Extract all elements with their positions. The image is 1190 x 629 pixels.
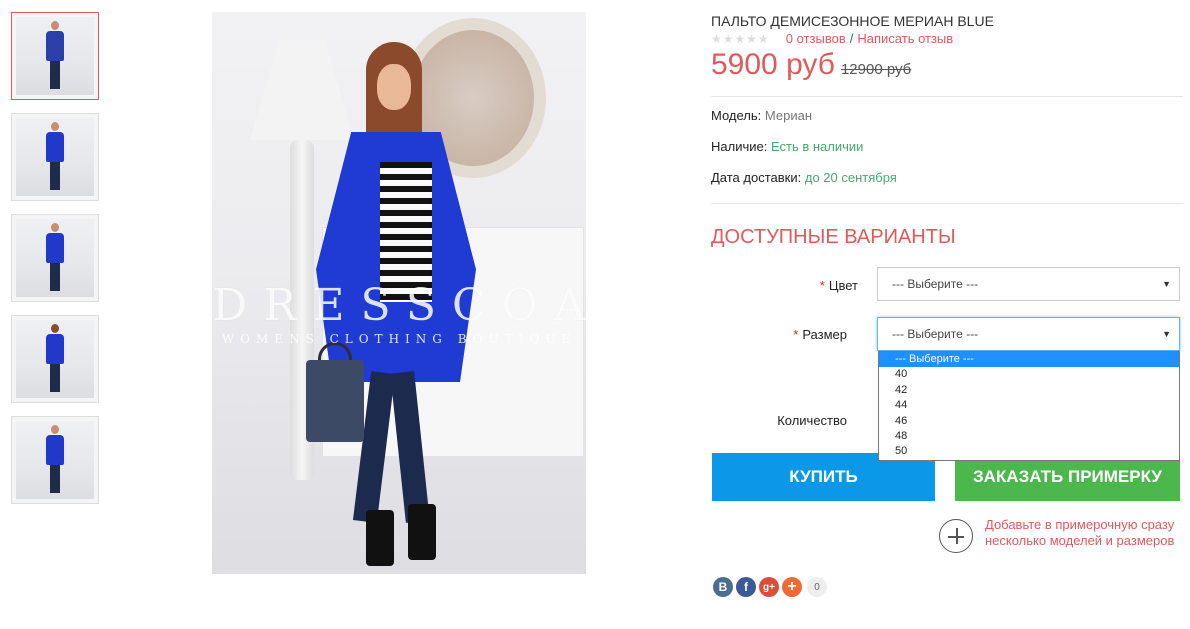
size-option[interactable]: 40 [879, 367, 1179, 382]
chevron-down-icon: ▼ [1162, 279, 1171, 289]
write-review-link[interactable]: Написать отзыв [857, 31, 953, 46]
old-price: 12900 руб [840, 61, 912, 78]
size-option[interactable]: --- Выберите --- [879, 352, 1179, 368]
thumbnail-2[interactable] [11, 113, 99, 201]
price-row: 5900 руб 12900 руб [711, 48, 911, 82]
rating-row: ★★★★★ 0 отзывов / Написать отзыв [711, 31, 953, 46]
thumbnail-image [46, 425, 64, 495]
add-to-fitting[interactable]: Добавьте в примерочную сразу несколько м… [939, 517, 1175, 553]
chevron-down-icon: ▼ [1162, 329, 1171, 339]
size-option[interactable]: 50 [879, 444, 1179, 459]
stock-status: Есть в наличии [770, 139, 864, 154]
thumbnail-4[interactable] [11, 315, 99, 403]
thumbnail-3[interactable] [11, 214, 99, 302]
quantity-label: Количество [777, 413, 847, 428]
size-option[interactable]: 44 [879, 398, 1179, 413]
variants-title: ДОСТУПНЫЕ ВАРИАНТЫ [711, 226, 956, 248]
google-plus-icon[interactable]: g+ [759, 577, 779, 597]
facebook-icon[interactable]: f [736, 577, 756, 597]
divider [711, 96, 1183, 97]
thumbnail-1[interactable] [11, 12, 99, 100]
size-option[interactable]: 46 [879, 414, 1179, 429]
plus-circle-icon[interactable] [939, 519, 973, 553]
required-mark: * [819, 278, 825, 293]
size-label: * Размер [793, 327, 847, 342]
rating-stars-icon: ★★★★★ [711, 31, 770, 46]
thumbnail-image [46, 223, 64, 293]
spec-label: Модель: [711, 108, 762, 123]
size-option[interactable]: 48 [879, 429, 1179, 444]
thumbnail-image [46, 324, 64, 394]
share-plus-icon[interactable]: + [782, 577, 802, 597]
thumbnail-list [11, 12, 99, 517]
spec-stock: Наличие: Есть в наличии [711, 139, 863, 154]
watermark-tagline: WOMENS CLOTHING BOUTIQUE [221, 332, 577, 346]
thumbnail-5[interactable] [11, 416, 99, 504]
add-to-fitting-text[interactable]: Добавьте в примерочную сразу несколько м… [985, 517, 1175, 553]
delivery-date: до 20 сентября [804, 170, 897, 185]
current-price: 5900 руб [711, 48, 835, 81]
product-title: ПАЛЬТО ДЕМИСЕЗОННОЕ МЕРИАН BLUE [711, 13, 994, 29]
spec-value: Мериан [764, 108, 813, 123]
size-dropdown-list: --- Выберите --- 40 42 44 46 48 50 [878, 351, 1180, 461]
size-select[interactable]: --- Выберите --- ▼ [877, 317, 1180, 351]
size-select-value: --- Выберите --- [892, 327, 979, 341]
vk-icon[interactable]: B [713, 577, 733, 597]
thumbnail-image [46, 21, 64, 91]
divider [711, 203, 1183, 204]
spec-label: Наличие: [711, 139, 768, 154]
share-count: 0 [807, 577, 827, 597]
color-select-value: --- Выберите --- [892, 277, 979, 291]
required-mark: * [793, 327, 799, 342]
spec-model: Модель: Мериан [711, 108, 812, 123]
separator: / [849, 31, 854, 46]
spec-delivery: Дата доставки: до 20 сентября [711, 170, 897, 185]
size-option[interactable]: 42 [879, 383, 1179, 398]
color-label: * Цвет [819, 278, 858, 293]
social-share: B f g+ + 0 [713, 577, 827, 597]
spec-label: Дата доставки: [711, 170, 802, 185]
main-product-image[interactable]: DRESSCOAT WOMENS CLOTHING BOUTIQUE [212, 12, 586, 574]
color-select[interactable]: --- Выберите --- ▼ [877, 267, 1180, 301]
thumbnail-image [46, 122, 64, 192]
reviews-link[interactable]: 0 отзывов [786, 31, 846, 46]
watermark-logo: DRESSCOAT [212, 280, 586, 331]
